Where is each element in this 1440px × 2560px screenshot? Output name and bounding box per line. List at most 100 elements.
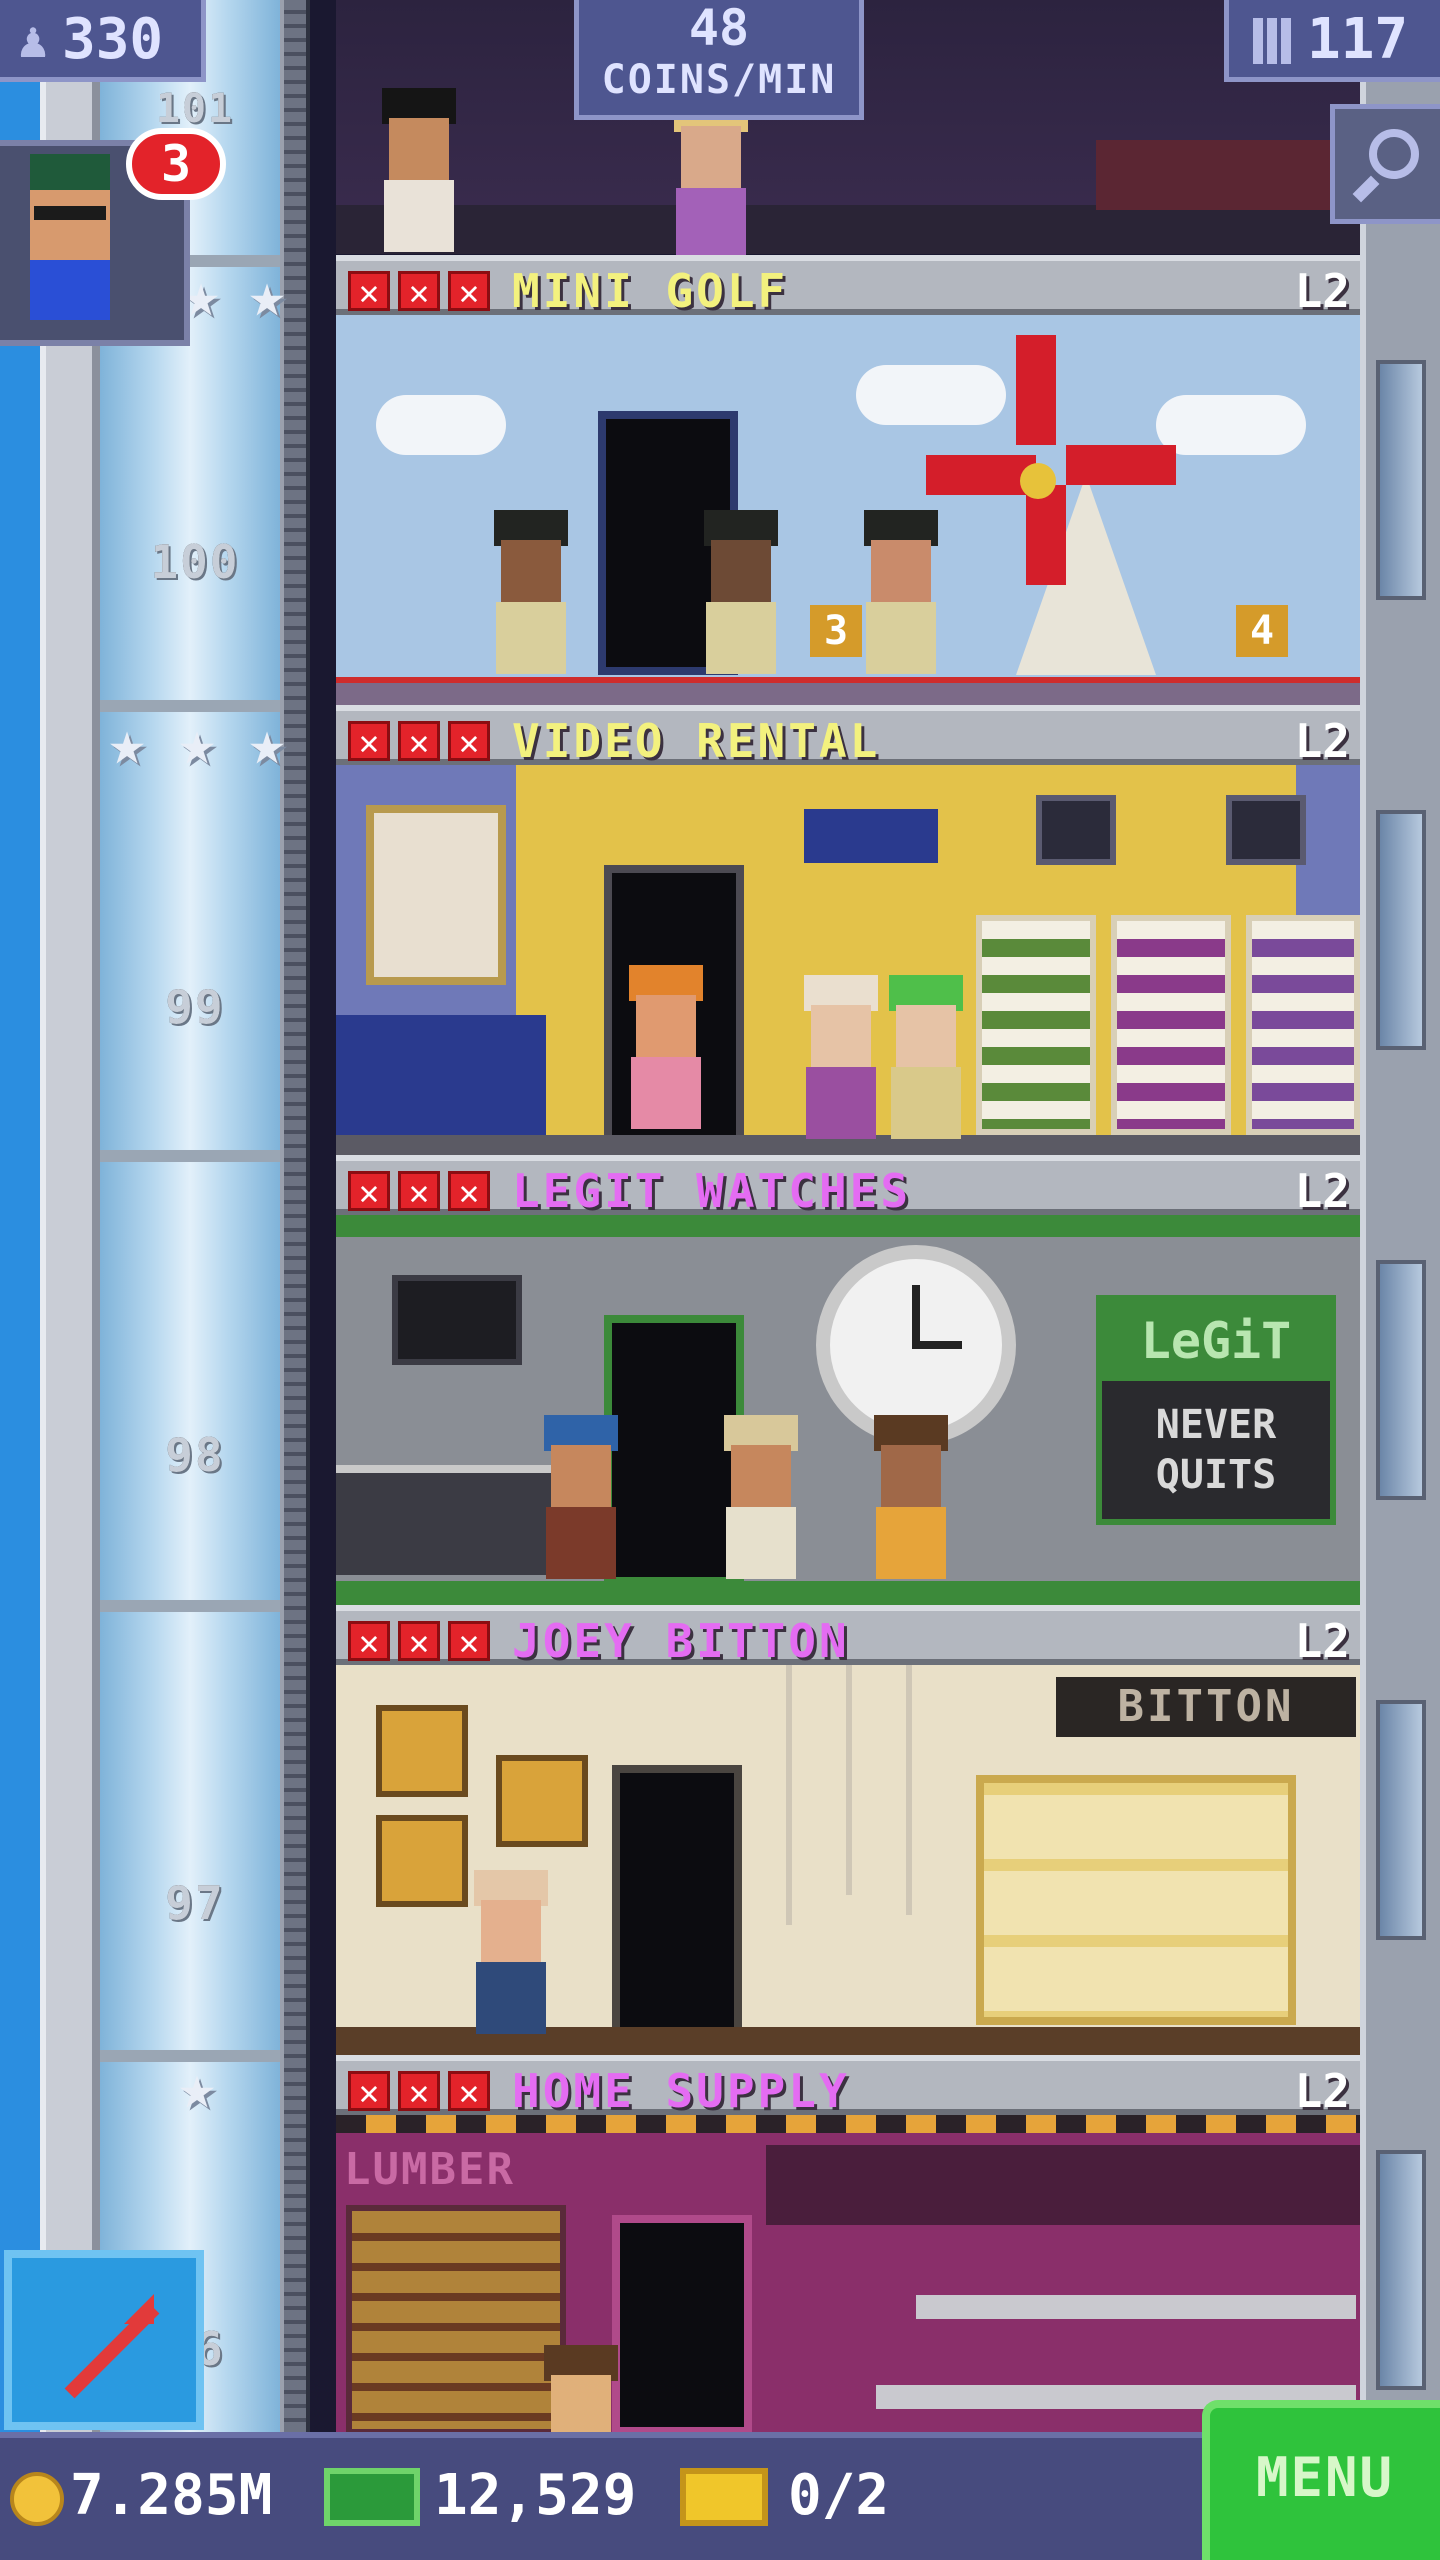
golf-hole-sign: 3 (810, 605, 862, 657)
floor-joey-bitton[interactable]: ✕ ✕ ✕ JOEY BITTON L2 BITTON (336, 1605, 1360, 2057)
hazard-stripe (336, 2115, 1360, 2133)
npc-character[interactable] (536, 1415, 626, 1585)
npc-character[interactable] (536, 2345, 626, 2435)
clock-hand (912, 1285, 920, 1349)
npc-character[interactable] (486, 510, 576, 680)
zoom-icon (1369, 129, 1419, 179)
close-icon: ✕ (398, 2071, 440, 2112)
close-icon: ✕ (348, 1171, 390, 1212)
person-icon: ♟ (18, 11, 49, 69)
tower-window (1376, 810, 1426, 1050)
wall-picture (376, 1705, 468, 1797)
close-icon: ✕ (348, 721, 390, 762)
avatar-hat (30, 154, 110, 190)
room-door (612, 2215, 752, 2435)
population-counter[interactable]: ♟ 330 (0, 0, 206, 82)
floor-header: ✕ ✕ ✕ JOEY BITTON L2 (336, 1605, 1360, 1668)
ticket-icon (680, 2468, 768, 2526)
room-interior[interactable]: BITTON (336, 1665, 1360, 2055)
star-icon: ★ (108, 706, 146, 779)
npc-character[interactable] (796, 975, 886, 1145)
close-icon: ✕ (448, 1621, 490, 1662)
close-icon: ✕ (348, 271, 390, 312)
avatar-face (30, 190, 110, 260)
coin-icon (10, 2472, 64, 2526)
tool-shelf (916, 2295, 1356, 2319)
npc-character[interactable] (374, 88, 464, 252)
npc-character[interactable] (696, 510, 786, 680)
windmill-hub (1020, 463, 1056, 499)
close-icon: ✕ (398, 1171, 440, 1212)
npc-character[interactable] (466, 1870, 556, 2040)
room-door (612, 1765, 742, 2035)
npc-character[interactable] (621, 965, 711, 1135)
floor-name: VIDEO RENTAL (512, 714, 881, 768)
windmill-blade (1026, 485, 1066, 585)
furniture (1096, 140, 1336, 210)
floor-level: L2 (1294, 1164, 1350, 1218)
shaft-wall (40, 0, 100, 2560)
coins-rate-unit: COINS/MIN (601, 57, 837, 103)
floor-header: ✕ ✕ ✕ VIDEO RENTAL L2 (336, 705, 1360, 768)
wall-picture (1036, 795, 1116, 865)
tower-floors-counter[interactable]: 117 (1224, 0, 1440, 82)
windmill-blade (1066, 445, 1176, 485)
video-shelf (1246, 915, 1360, 1135)
npc-character[interactable] (716, 1415, 806, 1585)
floor-level: L2 (1294, 1614, 1350, 1668)
tv-screen (392, 1275, 522, 1365)
floor-header: ✕ ✕ ✕ LEGIT WATCHES L2 (336, 1155, 1360, 1218)
ticket-sign (796, 801, 946, 871)
npc-character[interactable] (881, 975, 971, 1145)
avatar-body (30, 260, 110, 320)
zoom-button[interactable] (1330, 104, 1440, 224)
floor-mini-golf[interactable]: ✕ ✕ ✕ MINI GOLF L2 3 4 (336, 255, 1360, 707)
tower-window (1376, 1700, 1426, 1940)
room-floor-strip (336, 677, 1360, 705)
handbag-shelf (976, 1775, 1296, 2025)
room-interior[interactable] (336, 765, 1360, 1155)
npc-character[interactable] (666, 96, 756, 260)
room-interior[interactable]: 3 4 (336, 315, 1360, 705)
tickets-value[interactable]: 0/2 (788, 2432, 889, 2560)
population-value: 330 (62, 7, 164, 72)
floor-name: JOEY BITTON (512, 1614, 850, 1668)
zoom-icon-handle (1352, 175, 1380, 203)
tower-window (1376, 1260, 1426, 1500)
npc-character[interactable] (866, 1415, 956, 1585)
npc-character[interactable] (856, 510, 946, 680)
windmill-blade (1016, 335, 1056, 445)
floor-video-rental[interactable]: ✕ ✕ ✕ VIDEO RENTAL L2 (336, 705, 1360, 1157)
floor-home-supply[interactable]: ✕ ✕ ✕ HOME SUPPLY L2 LUMBER (336, 2055, 1360, 2435)
close-icon: ✕ (398, 1621, 440, 1662)
close-icon: ✕ (348, 2071, 390, 2112)
bitton-sign: BITTON (1056, 1677, 1356, 1737)
building-icon (1253, 18, 1293, 64)
room-interior[interactable]: LUMBER (336, 2115, 1360, 2435)
video-shelf (1111, 915, 1231, 1135)
floor-header: ✕ ✕ ✕ MINI GOLF L2 (336, 255, 1360, 318)
counter (336, 1015, 546, 1135)
tool-rack (766, 2145, 1360, 2225)
bux-value[interactable]: 12,529 (434, 2432, 636, 2560)
menu-button[interactable]: MENU (1202, 2400, 1440, 2560)
floor-level: L2 (1294, 264, 1350, 318)
star-icon: ★ (178, 706, 216, 779)
golf-hole-sign: 4 (1236, 605, 1288, 657)
elevator-shaft[interactable] (100, 0, 280, 2560)
coins-rate-panel[interactable]: 48 COINS/MIN (574, 0, 864, 120)
floor-legit-watches[interactable]: ✕ ✕ ✕ LEGIT WATCHES L2 LeGiT NEVER QUITS (336, 1155, 1360, 1607)
tower-window (1376, 360, 1426, 600)
close-icon: ✕ (448, 721, 490, 762)
rocket-arrow-head (124, 2294, 154, 2324)
trim-green (336, 1215, 1360, 1237)
wall-picture (376, 1815, 468, 1907)
star-icon: ★ (178, 2050, 216, 2123)
floor-level: L2 (1294, 714, 1350, 768)
rocket-button[interactable] (4, 2250, 204, 2430)
close-icon: ✕ (398, 721, 440, 762)
cloud-decoration (376, 395, 506, 455)
coins-value[interactable]: 7.285M (70, 2432, 272, 2560)
close-icon: ✕ (448, 271, 490, 312)
room-interior[interactable]: LeGiT NEVER QUITS (336, 1215, 1360, 1605)
